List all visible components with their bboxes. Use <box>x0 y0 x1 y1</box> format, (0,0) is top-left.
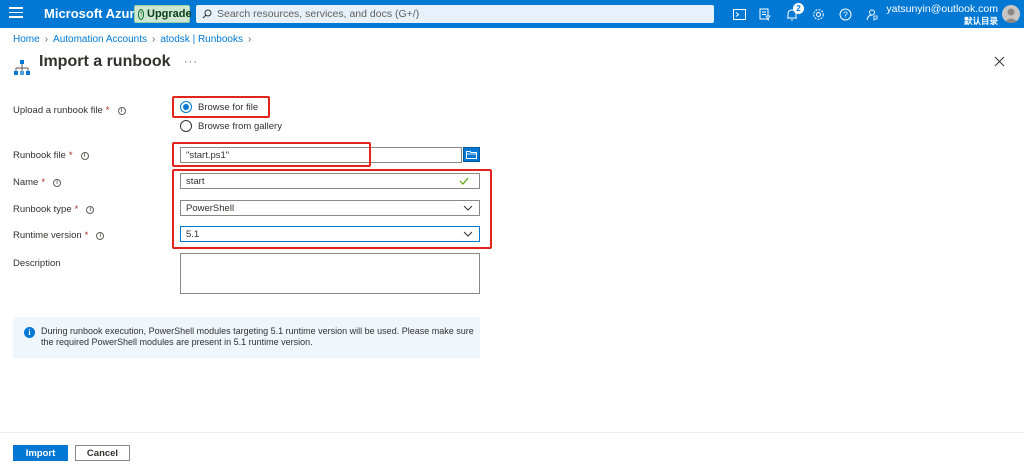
runbook-file-input[interactable]: "start.ps1" <box>180 147 462 163</box>
info-icon[interactable]: i <box>96 231 105 240</box>
required-mark: * <box>84 230 89 241</box>
runbook-type-value: PowerShell <box>186 202 235 214</box>
required-mark: * <box>74 204 79 215</box>
required-mark: * <box>105 105 110 116</box>
info-icon: i <box>24 327 35 338</box>
hamburger-menu-icon[interactable] <box>9 7 23 21</box>
global-search[interactable] <box>196 5 714 23</box>
name-value: start <box>186 175 205 187</box>
upload-runbook-label-text: Upload a runbook file <box>13 105 103 116</box>
checkmark-icon <box>459 177 469 185</box>
upload-runbook-label: Upload a runbook file * i <box>13 105 126 116</box>
import-button[interactable]: Import <box>13 445 68 461</box>
breadcrumb-separator-icon: › <box>247 34 252 45</box>
info-icon[interactable]: i <box>53 178 62 187</box>
top-navigation-bar: Microsoft Azure ↑ Upgrade 2 ? yatsunyin@… <box>0 0 1024 28</box>
footer-divider <box>0 432 1024 433</box>
description-label-text: Description <box>13 258 61 269</box>
description-label: Description <box>13 258 61 269</box>
close-icon[interactable] <box>994 56 1005 67</box>
name-label-text: Name <box>13 177 39 188</box>
info-icon[interactable]: i <box>117 106 126 115</box>
breadcrumb: Home › Automation Accounts › atodsk | Ru… <box>13 34 251 45</box>
info-banner: i During runbook execution, PowerShell m… <box>13 317 480 358</box>
radio-browse-for-file-label: Browse for file <box>198 101 259 113</box>
runbook-type-label: Runbook type * i <box>13 204 95 215</box>
runtime-version-label-text: Runtime version <box>13 230 82 241</box>
chevron-down-icon <box>463 231 473 237</box>
radio-browse-for-file[interactable]: Browse for file <box>180 101 258 113</box>
name-label: Name * i <box>13 177 62 188</box>
name-input[interactable]: start <box>180 173 480 189</box>
account-info[interactable]: yatsunyin@outlook.com 默认目录 <box>886 3 998 27</box>
notification-count-badge: 2 <box>793 3 804 14</box>
more-options-button[interactable]: ··· <box>184 56 198 68</box>
svg-text:?: ? <box>843 10 848 19</box>
brand-title[interactable]: Microsoft Azure <box>44 6 142 21</box>
page-title: Import a runbook <box>39 53 171 70</box>
upgrade-icon: ↑ <box>138 8 144 20</box>
avatar[interactable] <box>1002 5 1020 23</box>
radio-browse-from-gallery[interactable]: Browse from gallery <box>180 120 282 132</box>
runbook-file-label-text: Runbook file <box>13 150 66 161</box>
cancel-button[interactable]: Cancel <box>75 445 130 461</box>
directory-filter-icon[interactable] <box>757 6 773 22</box>
runbook-type-select[interactable]: PowerShell <box>180 200 480 216</box>
chevron-down-icon <box>463 205 473 211</box>
breadcrumb-separator-icon: › <box>151 34 156 45</box>
required-mark: * <box>41 177 46 188</box>
cloud-shell-icon[interactable] <box>731 6 747 22</box>
folder-icon <box>466 151 477 159</box>
info-icon[interactable]: i <box>80 151 89 160</box>
settings-icon[interactable] <box>810 6 826 22</box>
required-mark: * <box>68 150 73 161</box>
info-icon[interactable]: i <box>86 205 95 214</box>
breadcrumb-runbooks[interactable]: atodsk | Runbooks <box>160 34 243 45</box>
notifications-icon[interactable]: 2 <box>784 3 804 22</box>
radio-unselected-icon[interactable] <box>180 120 192 132</box>
radio-selected-icon[interactable] <box>180 101 192 113</box>
radio-browse-from-gallery-label: Browse from gallery <box>198 120 282 132</box>
breadcrumb-automation-accounts[interactable]: Automation Accounts <box>53 34 147 45</box>
browse-file-button[interactable] <box>463 147 480 162</box>
account-email: yatsunyin@outlook.com <box>886 3 998 15</box>
upgrade-label: Upgrade <box>147 8 192 20</box>
runbook-file-value: "start.ps1" <box>186 149 230 161</box>
upgrade-button[interactable]: ↑ Upgrade <box>134 5 192 23</box>
help-icon[interactable]: ? <box>837 6 853 22</box>
runbook-file-label: Runbook file * i <box>13 150 89 161</box>
runbook-type-label-text: Runbook type <box>13 204 72 215</box>
runtime-version-value: 5.1 <box>186 228 200 240</box>
search-input[interactable] <box>217 8 697 20</box>
breadcrumb-home[interactable]: Home <box>13 34 40 45</box>
search-icon <box>202 9 212 19</box>
account-directory: 默认目录 <box>963 16 998 26</box>
feedback-icon[interactable] <box>863 6 879 22</box>
breadcrumb-separator-icon: › <box>44 34 49 45</box>
runtime-version-select[interactable]: 5.1 <box>180 226 480 242</box>
description-textarea[interactable] <box>180 253 480 294</box>
runtime-version-label: Runtime version * i <box>13 230 105 241</box>
runbook-icon <box>14 60 30 75</box>
info-banner-text: During runbook execution, PowerShell mod… <box>41 326 474 347</box>
